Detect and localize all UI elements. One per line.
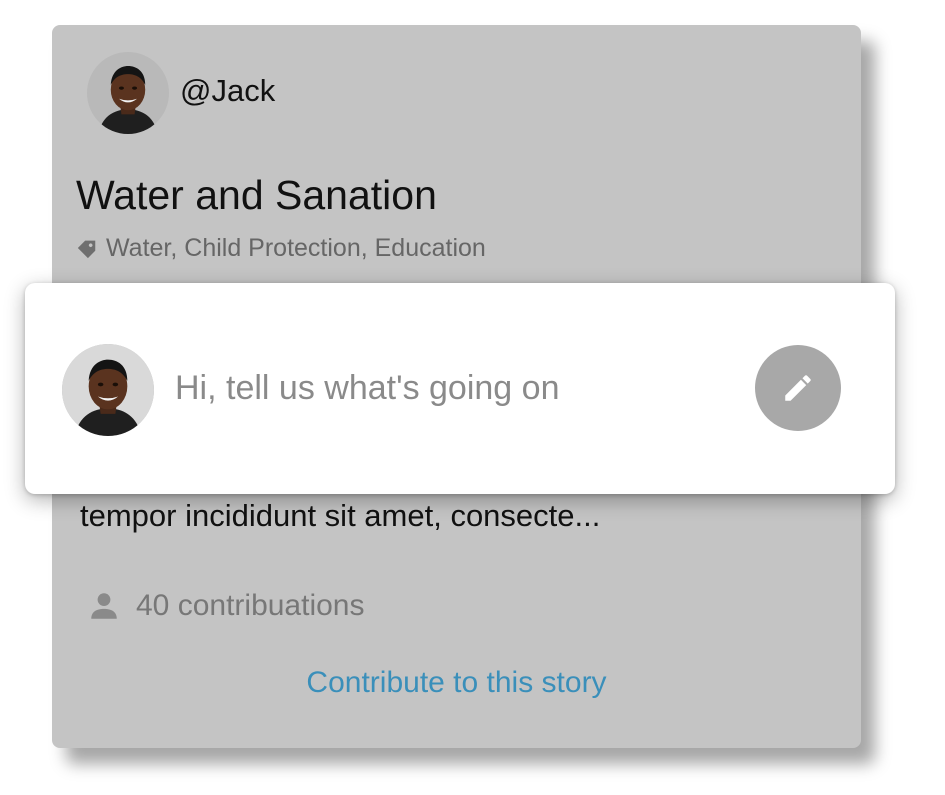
avatar-portrait-icon	[62, 344, 154, 436]
compose-edit-button[interactable]	[755, 345, 841, 431]
person-icon	[87, 589, 121, 623]
contributions-count: 40 contribuations	[87, 586, 365, 626]
author-username[interactable]: @Jack	[180, 73, 275, 109]
user-avatar	[62, 344, 154, 436]
compose-bar	[25, 283, 895, 494]
avatar-portrait-icon	[87, 52, 169, 134]
compose-input[interactable]	[175, 363, 735, 413]
contributions-label: 40 contribuations	[136, 589, 365, 622]
story-title: Water and Sanation	[76, 172, 437, 218]
pencil-icon	[785, 375, 811, 401]
story-excerpt: tempor incididunt sit amet, consecte...	[80, 498, 601, 533]
story-tags: Water, Child Protection, Education	[76, 232, 486, 264]
tags-label: Water, Child Protection, Education	[106, 233, 486, 262]
author-avatar[interactable]	[87, 52, 169, 134]
contribute-to-story-link[interactable]: Contribute to this story	[52, 663, 861, 703]
tag-icon	[76, 237, 98, 259]
